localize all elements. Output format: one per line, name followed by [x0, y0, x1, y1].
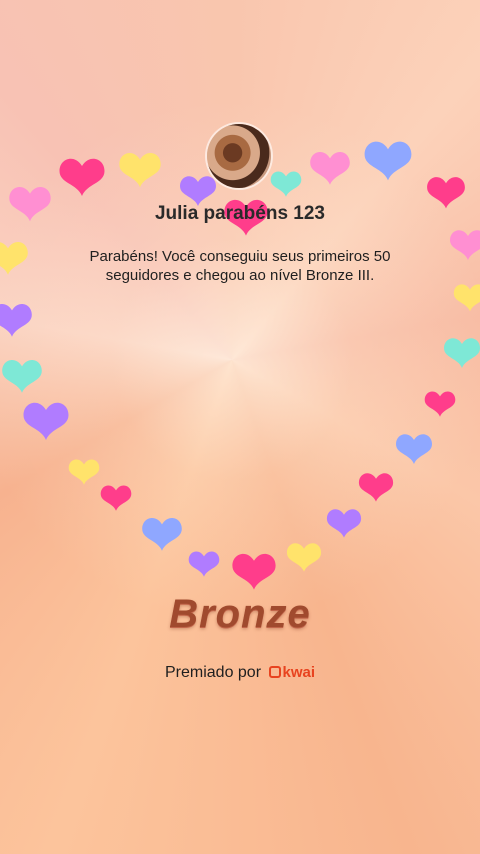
heart-emoji-icon [68, 459, 100, 485]
heart-emoji-icon [396, 434, 432, 464]
heart-emoji-icon [59, 158, 105, 196]
heart-emoji-icon [364, 141, 412, 181]
heart-emoji-icon [180, 176, 216, 206]
heart-emoji-icon [326, 509, 362, 538]
congratulation-message: Parabéns! Você conseguiu seus primeiros … [89, 248, 391, 284]
heart-emoji-icon [270, 171, 302, 197]
heart-emoji-icon [310, 152, 350, 185]
heart-emoji-icon [119, 152, 161, 188]
heart-emoji-icon [142, 518, 182, 551]
heart-emoji-icon [453, 284, 480, 312]
heart-emoji-icon [23, 402, 69, 440]
heart-emoji-icon [0, 304, 32, 337]
heart-emoji-icon [358, 473, 394, 502]
awarded-label: Premiado por [164, 664, 262, 681]
user-avatar[interactable] [207, 124, 271, 188]
kwai-logo-icon [269, 666, 282, 678]
heart-emoji-icon [232, 553, 276, 590]
heart-emoji-icon [0, 242, 28, 275]
heart-emoji-icon [2, 360, 42, 393]
heart-emoji-icon [188, 551, 220, 577]
heart-emoji-icon [424, 391, 456, 417]
heart-emoji-icon [450, 230, 480, 260]
heart-emoji-icon [286, 543, 322, 572]
username: Julia parabéns 123 [154, 203, 326, 224]
heart-emoji-icon [100, 485, 132, 511]
level-title: Bronze [169, 592, 311, 636]
awarded-by: Premiado por kwai [0, 664, 480, 682]
brand-name: kwai [282, 664, 316, 681]
heart-emoji-icon [444, 338, 480, 368]
